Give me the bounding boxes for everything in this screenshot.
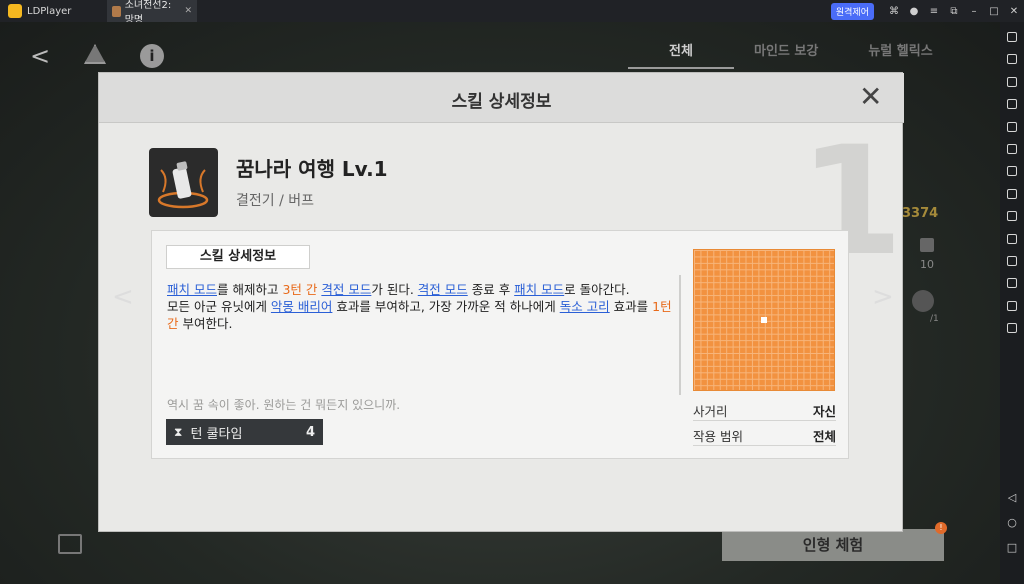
android-nav: ◁ ○ □ (1007, 485, 1017, 560)
cooldown-label: 턴 쿨타임 (190, 426, 243, 442)
tab-close-icon[interactable]: ✕ (184, 6, 192, 16)
description-text: 가 된다. (371, 282, 418, 297)
nav-back-icon[interactable]: ◁ (1008, 491, 1016, 504)
keyword-link[interactable]: 격전 모드 (418, 282, 468, 297)
side-fraction: /1 (930, 314, 939, 324)
description-text: 로 돌아간다. (564, 282, 630, 297)
side-count: 10 (920, 258, 934, 271)
close-icon[interactable]: ✕ (859, 83, 882, 111)
skill-icon (149, 148, 218, 217)
keyword-link[interactable]: 격전 모드 (321, 282, 371, 297)
description-text: 모든 아군 유닛에게 (167, 299, 271, 314)
star-icon (912, 290, 934, 312)
tab-all[interactable]: 전체 (628, 40, 734, 69)
description-line-1: 패치 모드를 해제하고 3턴 간 격전 모드가 된다. 격전 모드 종료 후 패… (167, 281, 672, 298)
range-value: 자신 (812, 404, 836, 419)
description-text: 효과를 (609, 299, 653, 314)
game-tab-icon (112, 5, 121, 17)
close-window-icon[interactable]: ✕ (1004, 6, 1024, 17)
description-text: 효과를 부여하고, 가장 가까운 적 하나에게 (332, 299, 560, 314)
skill-name: 꿈나라 여행 Lv.1 (236, 157, 388, 181)
screenshot-icon[interactable] (1007, 166, 1017, 177)
range-stat: 사거리 자신 (693, 401, 836, 421)
minimize-icon[interactable]: – (964, 6, 984, 17)
range-grid-center-cell (761, 317, 767, 323)
cooldown-box: ⧗ 턴 쿨타임 4 (166, 419, 323, 445)
record-icon[interactable] (1007, 233, 1017, 244)
keyboard-icon[interactable] (1007, 54, 1017, 65)
experience-button[interactable]: 인형 체험 (722, 529, 944, 561)
robot-icon[interactable] (1007, 188, 1017, 199)
folder-icon[interactable] (1007, 278, 1017, 289)
keyword-link[interactable]: 독소 고리 (560, 299, 610, 314)
app-name: LDPlayer (27, 5, 72, 17)
video-icon[interactable] (58, 534, 82, 554)
gamepad-icon[interactable]: ⌘ (884, 6, 904, 17)
multi-instance-icon[interactable] (1007, 323, 1017, 334)
nav-recent-icon[interactable]: □ (1007, 541, 1017, 554)
side-number: 3374 (902, 206, 939, 221)
skill-description: 패치 모드를 해제하고 3턴 간 격전 모드가 된다. 격전 모드 종료 후 패… (167, 281, 672, 332)
dialog-title: 스킬 상세정보 (451, 92, 552, 112)
apk-icon[interactable] (1007, 255, 1017, 266)
fullscreen-icon[interactable] (1007, 121, 1017, 132)
menu-icon[interactable]: ≡ (924, 6, 944, 17)
emulator-sidebar: ◁ ○ □ (1000, 22, 1024, 584)
skill-type: 결전기 / 버프 (236, 193, 315, 209)
back-arrow-icon[interactable]: < (30, 42, 50, 70)
prev-arrow-icon[interactable]: < (112, 282, 134, 312)
remote-control-button[interactable]: 원격제어 (830, 2, 874, 20)
description-line-2: 모든 아군 유닛에게 악몽 배리어 효과를 부여하고, 가장 가까운 적 하나에… (167, 298, 672, 332)
ldplayer-logo-icon (8, 4, 22, 18)
account-icon[interactable]: ● (904, 6, 924, 17)
keyword-link[interactable]: 악몽 배리어 (271, 299, 332, 314)
scope-value: 전체 (812, 429, 836, 444)
scope-label: 작용 범위 (693, 429, 743, 444)
flavor-text: 역시 꿈 속이 좋아. 원하는 건 뭐든지 있으니까. (167, 398, 401, 412)
keyword-link[interactable]: 패치 모드 (167, 282, 217, 297)
maximize-icon[interactable]: □ (984, 6, 1004, 17)
settings-icon[interactable] (1007, 32, 1017, 42)
drive-icon[interactable] (84, 44, 106, 64)
volume-up-icon[interactable] (1007, 76, 1017, 87)
range-grid (693, 249, 835, 391)
nav-home-icon[interactable]: ○ (1007, 516, 1017, 529)
skill-detail-dialog: 스킬 상세정보 ✕ 1 꿈나라 여행 Lv.1 결전기 / 버프 스킬 상세정보… (98, 72, 904, 532)
info-icon[interactable]: i (140, 44, 164, 68)
scissors-icon[interactable] (1007, 211, 1017, 222)
keyword-link[interactable]: 패치 모드 (514, 282, 564, 297)
range-label: 사거리 (693, 404, 728, 419)
lock-icon[interactable] (1007, 143, 1017, 154)
shield-icon (920, 238, 934, 252)
description-scrollbar[interactable] (679, 275, 681, 395)
scope-stat: 작용 범위 전체 (693, 426, 836, 446)
tab-neural-helix[interactable]: 뉴럴 헬릭스 (868, 40, 932, 69)
game-tabs: 전체 마인드 보강 뉴럴 헬릭스 (628, 40, 983, 69)
skill-detail-panel: 스킬 상세정보 패치 모드를 해제하고 3턴 간 격전 모드가 된다. 격전 모… (151, 230, 849, 459)
cooldown-value: 4 (305, 424, 315, 440)
window-titlebar: LDPlayer 소녀전선2: 망명 ✕ 원격제어 ⌘ ● ≡ ⧉ – □ ✕ (0, 0, 1024, 26)
description-text: 를 해제하고 (216, 282, 283, 297)
duration-highlight: 3턴 간 (282, 282, 318, 297)
description-text: 종료 후 (467, 282, 515, 297)
hourglass-icon: ⧗ (174, 424, 183, 439)
location-icon[interactable] (1007, 300, 1017, 311)
next-arrow-icon[interactable]: > (872, 282, 894, 312)
tab-mind-enhance[interactable]: 마인드 보강 (754, 40, 818, 69)
volume-down-icon[interactable] (1007, 99, 1017, 110)
notification-badge: ! (935, 522, 947, 534)
panel-tab-skill-detail[interactable]: 스킬 상세정보 (166, 245, 310, 269)
description-text: 부여한다. (178, 316, 233, 331)
restore-icon[interactable]: ⧉ (944, 6, 964, 17)
tab-game[interactable]: 소녀전선2: 망명 ✕ (107, 0, 197, 26)
